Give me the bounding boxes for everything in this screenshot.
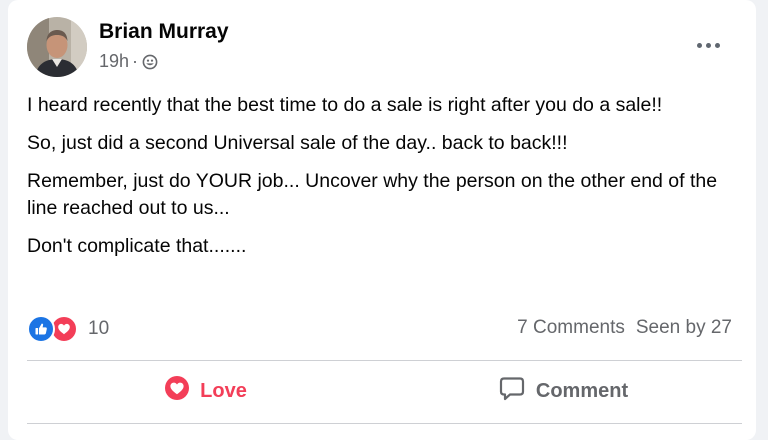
post-paragraph: So, just did a second Universal sale of … [27, 132, 568, 154]
post-timestamp[interactable]: 19h [99, 51, 129, 72]
author-name[interactable]: Brian Murray [99, 20, 229, 44]
post-stats: 7 Comments Seen by 27 [517, 317, 732, 339]
post-paragraph: Don't complicate that....... [27, 235, 247, 257]
comment-icon [498, 374, 526, 408]
post-card: Brian Murray 19h · I heard recently that… [8, 0, 756, 440]
divider [27, 360, 742, 361]
more-options-icon[interactable] [684, 30, 732, 60]
post-paragraph: I heard recently that the best time to d… [27, 94, 663, 116]
like-icon [27, 315, 55, 343]
post-meta: 19h · [99, 51, 158, 72]
seen-by-link[interactable]: Seen by 27 [636, 317, 732, 339]
post-body: I heard recently that the best time to d… [27, 92, 742, 271]
post-paragraph: Remember, just do YOUR job... Uncover wh… [27, 170, 718, 219]
comments-count-link[interactable]: 7 Comments [517, 317, 625, 339]
love-button-label: Love [200, 379, 247, 402]
reaction-count: 10 [88, 318, 110, 339]
friends-icon[interactable] [142, 54, 158, 70]
meta-separator: · [132, 51, 139, 71]
love-button[interactable]: Love [27, 368, 384, 414]
comment-button-label: Comment [535, 379, 629, 402]
divider [27, 423, 742, 424]
avatar[interactable] [27, 17, 87, 77]
love-icon [164, 375, 190, 407]
reactions-summary[interactable]: 10 [27, 314, 109, 344]
comment-button[interactable]: Comment [384, 368, 742, 414]
